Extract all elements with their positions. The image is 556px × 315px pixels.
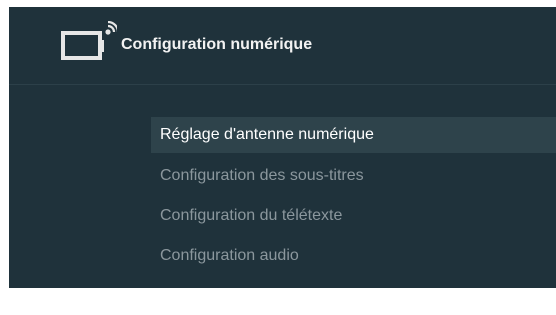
menu-item-teletext-settings[interactable]: Configuration du télétexte <box>151 197 556 237</box>
page-title: Configuration numérique <box>121 36 313 53</box>
header: Configuration numérique <box>9 7 556 84</box>
menu-item-audio-settings[interactable]: Configuration audio <box>151 237 556 277</box>
header-divider <box>9 84 556 85</box>
tv-settings-screen: Configuration numérique Réglage d'antenn… <box>9 7 556 288</box>
settings-menu: Réglage d'antenne numérique Configuratio… <box>151 117 556 277</box>
menu-item-subtitle-settings[interactable]: Configuration des sous-titres <box>151 157 556 197</box>
menu-item-digital-antenna-setup[interactable]: Réglage d'antenne numérique <box>151 117 556 153</box>
tv-signal-icon <box>61 21 117 60</box>
